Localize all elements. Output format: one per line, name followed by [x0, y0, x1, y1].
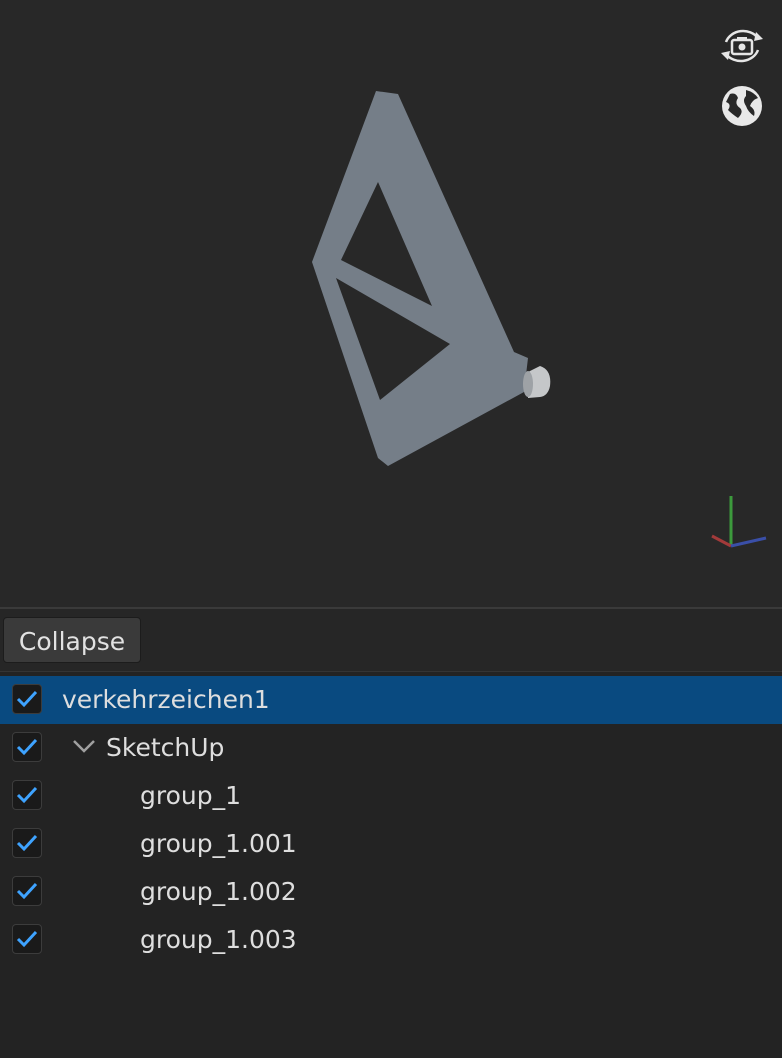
visibility-checkbox[interactable]: [12, 876, 42, 906]
tree-row-group-1-003[interactable]: group_1.003: [0, 916, 782, 964]
collapse-button[interactable]: Collapse: [3, 617, 141, 663]
check-icon: [16, 786, 38, 804]
tree-row-verkehrzeichen1[interactable]: verkehrzeichen1: [0, 676, 782, 724]
axis-gizmo: [704, 490, 770, 552]
tree-row-sketchup[interactable]: SketchUp: [0, 724, 782, 772]
tree-item-label: group_1.001: [140, 829, 297, 858]
camera-orbit-icon: [721, 29, 763, 63]
check-icon: [16, 882, 38, 900]
globe-button[interactable]: [716, 82, 768, 130]
visibility-checkbox[interactable]: [12, 684, 42, 714]
tree-row-group-1[interactable]: group_1: [0, 772, 782, 820]
camera-orbit-button[interactable]: [716, 22, 768, 70]
tree-item-label: SketchUp: [106, 733, 225, 762]
check-icon: [16, 930, 38, 948]
globe-icon: [722, 86, 762, 126]
cylinder-cap: [523, 371, 533, 397]
tree-item-label: group_1.003: [140, 925, 297, 954]
visibility-checkbox[interactable]: [12, 780, 42, 810]
tree-item-label: group_1.002: [140, 877, 297, 906]
model-preview: [312, 91, 551, 466]
3d-viewport[interactable]: [0, 0, 782, 607]
visibility-checkbox[interactable]: [12, 828, 42, 858]
check-icon: [16, 738, 38, 756]
tree-toolbar: Collapse: [0, 609, 782, 672]
scene-tree: verkehrzeichen1 SketchUp group_1 group_1…: [0, 676, 782, 964]
axis-gizmo-icon: [711, 496, 767, 548]
tree-item-label: verkehrzeichen1: [62, 685, 270, 714]
chevron-down-icon[interactable]: [72, 738, 96, 754]
visibility-checkbox[interactable]: [12, 732, 42, 762]
check-icon: [16, 690, 38, 708]
visibility-checkbox[interactable]: [12, 924, 42, 954]
tree-row-group-1-001[interactable]: group_1.001: [0, 820, 782, 868]
sign-frame-shape: [312, 91, 528, 466]
tree-item-label: group_1: [140, 781, 242, 810]
check-icon: [16, 834, 38, 852]
tree-row-group-1-002[interactable]: group_1.002: [0, 868, 782, 916]
